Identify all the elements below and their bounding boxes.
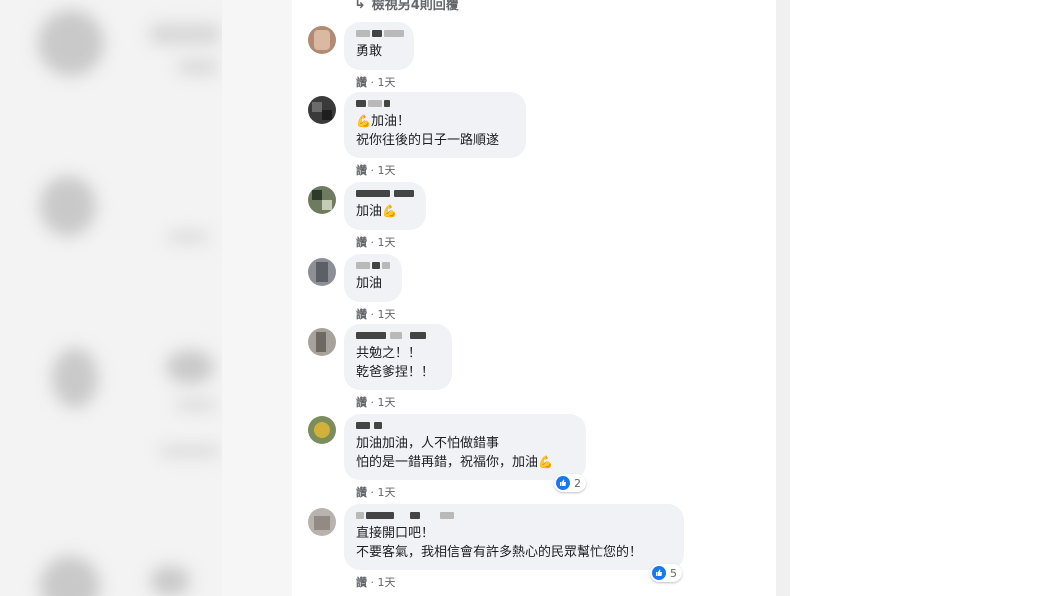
comment-text: 加油加油，人不怕做錯事 xyxy=(356,436,500,451)
commenter-name-redacted xyxy=(356,188,414,200)
comment-text: 不要客氣，我相信會有許多熱心的民眾幫忙您的！ xyxy=(356,545,643,560)
avatar[interactable] xyxy=(308,258,336,286)
comment-text: 加油 xyxy=(356,204,383,219)
like-action[interactable]: 讚 xyxy=(356,236,367,249)
comment-time: 1天 xyxy=(377,164,396,177)
like-action[interactable]: 讚 xyxy=(356,76,367,89)
commenter-name-redacted xyxy=(356,260,390,272)
flexed-biceps-emoji: 💪 xyxy=(356,114,371,128)
avatar[interactable] xyxy=(308,26,336,54)
avatar[interactable] xyxy=(308,416,336,444)
comment-time: 1天 xyxy=(377,76,396,89)
comment-thread-panel: ↳ 檢視另4則回覆 勇敢 讚 · 1天 💪加油！ 祝你往後的日子一路順遂 讚 ·… xyxy=(292,0,776,596)
like-action[interactable]: 讚 xyxy=(356,308,367,321)
comment-time: 1天 xyxy=(377,236,396,249)
like-action[interactable]: 讚 xyxy=(356,576,367,589)
comment-time: 1天 xyxy=(377,396,396,409)
background-gutter-left xyxy=(222,0,292,596)
comment-text-line: 怕的是一錯再錯，祝福你，加油💪 xyxy=(356,453,574,472)
comment-meta: 讚 · 1天 xyxy=(356,76,396,89)
comment-time: 1天 xyxy=(377,486,396,499)
comment-text: 加油 xyxy=(356,276,383,291)
reaction-count-badge[interactable]: 5 xyxy=(650,564,682,582)
comment-text: 加油！ xyxy=(370,114,410,129)
comment-bubble: 加油加油，人不怕做錯事 怕的是一錯再錯，祝福你，加油💪 xyxy=(344,414,586,480)
comment-text-line: 加油💪 xyxy=(356,202,414,221)
comment-text: 乾爸爹捏！！ xyxy=(356,365,435,380)
comment-text-line: 💪加油！ xyxy=(356,112,514,131)
avatar[interactable] xyxy=(308,328,336,356)
commenter-name-redacted xyxy=(356,98,514,110)
commenter-name-redacted xyxy=(356,28,404,40)
comment-bubble: 直接開口吧！ 不要客氣，我相信會有許多熱心的民眾幫忙您的！ xyxy=(344,504,684,570)
like-action[interactable]: 讚 xyxy=(356,486,367,499)
comment-meta: 讚 · 1天 xyxy=(356,308,396,321)
view-more-replies-label: 檢視另4則回覆 xyxy=(371,0,459,13)
like-action[interactable]: 讚 xyxy=(356,396,367,409)
reaction-count: 2 xyxy=(574,476,581,490)
commenter-name-redacted xyxy=(356,510,672,522)
flexed-biceps-emoji: 💪 xyxy=(538,455,553,469)
comment-text: 祝你往後的日子一路順遂 xyxy=(356,133,500,148)
background-gutter-right xyxy=(776,0,790,596)
reaction-count: 5 xyxy=(670,566,677,580)
commenter-name-redacted xyxy=(356,420,574,432)
comment-meta: 讚 · 1天 xyxy=(356,396,396,409)
avatar[interactable] xyxy=(308,186,336,214)
comment-bubble: 加油💪 xyxy=(344,182,426,230)
comment-text: 怕的是一錯再錯，祝福你，加油 xyxy=(356,455,539,470)
avatar[interactable] xyxy=(308,96,336,124)
like-icon xyxy=(652,566,666,580)
avatar[interactable] xyxy=(308,508,336,536)
comment-text: 勇敢 xyxy=(356,44,383,59)
reply-arrow-icon: ↳ xyxy=(354,0,366,12)
comment-time: 1天 xyxy=(377,308,396,321)
comment-meta: 讚 · 1天 xyxy=(356,236,396,249)
view-more-replies-link[interactable]: ↳ 檢視另4則回覆 xyxy=(354,0,459,13)
comment-meta: 讚 · 1天 xyxy=(356,164,396,177)
comment-text: 直接開口吧！ xyxy=(356,526,435,541)
comment-bubble: 勇敢 xyxy=(344,22,414,70)
like-icon xyxy=(556,476,570,490)
comment-bubble: 💪加油！ 祝你往後的日子一路順遂 xyxy=(344,92,526,158)
comment-meta: 讚 · 1天 xyxy=(356,576,396,589)
comment-bubble: 加油 xyxy=(344,254,402,302)
comment-bubble: 共勉之！！ 乾爸爹捏！！ xyxy=(344,324,452,390)
comment-time: 1天 xyxy=(377,576,396,589)
commenter-name-redacted xyxy=(356,330,440,342)
comment-meta: 讚 · 1天 xyxy=(356,486,396,499)
reaction-count-badge[interactable]: 2 xyxy=(554,474,586,492)
flexed-biceps-emoji: 💪 xyxy=(382,204,397,218)
comment-text: 共勉之！！ xyxy=(356,346,422,361)
blurred-background xyxy=(0,0,222,596)
like-action[interactable]: 讚 xyxy=(356,164,367,177)
